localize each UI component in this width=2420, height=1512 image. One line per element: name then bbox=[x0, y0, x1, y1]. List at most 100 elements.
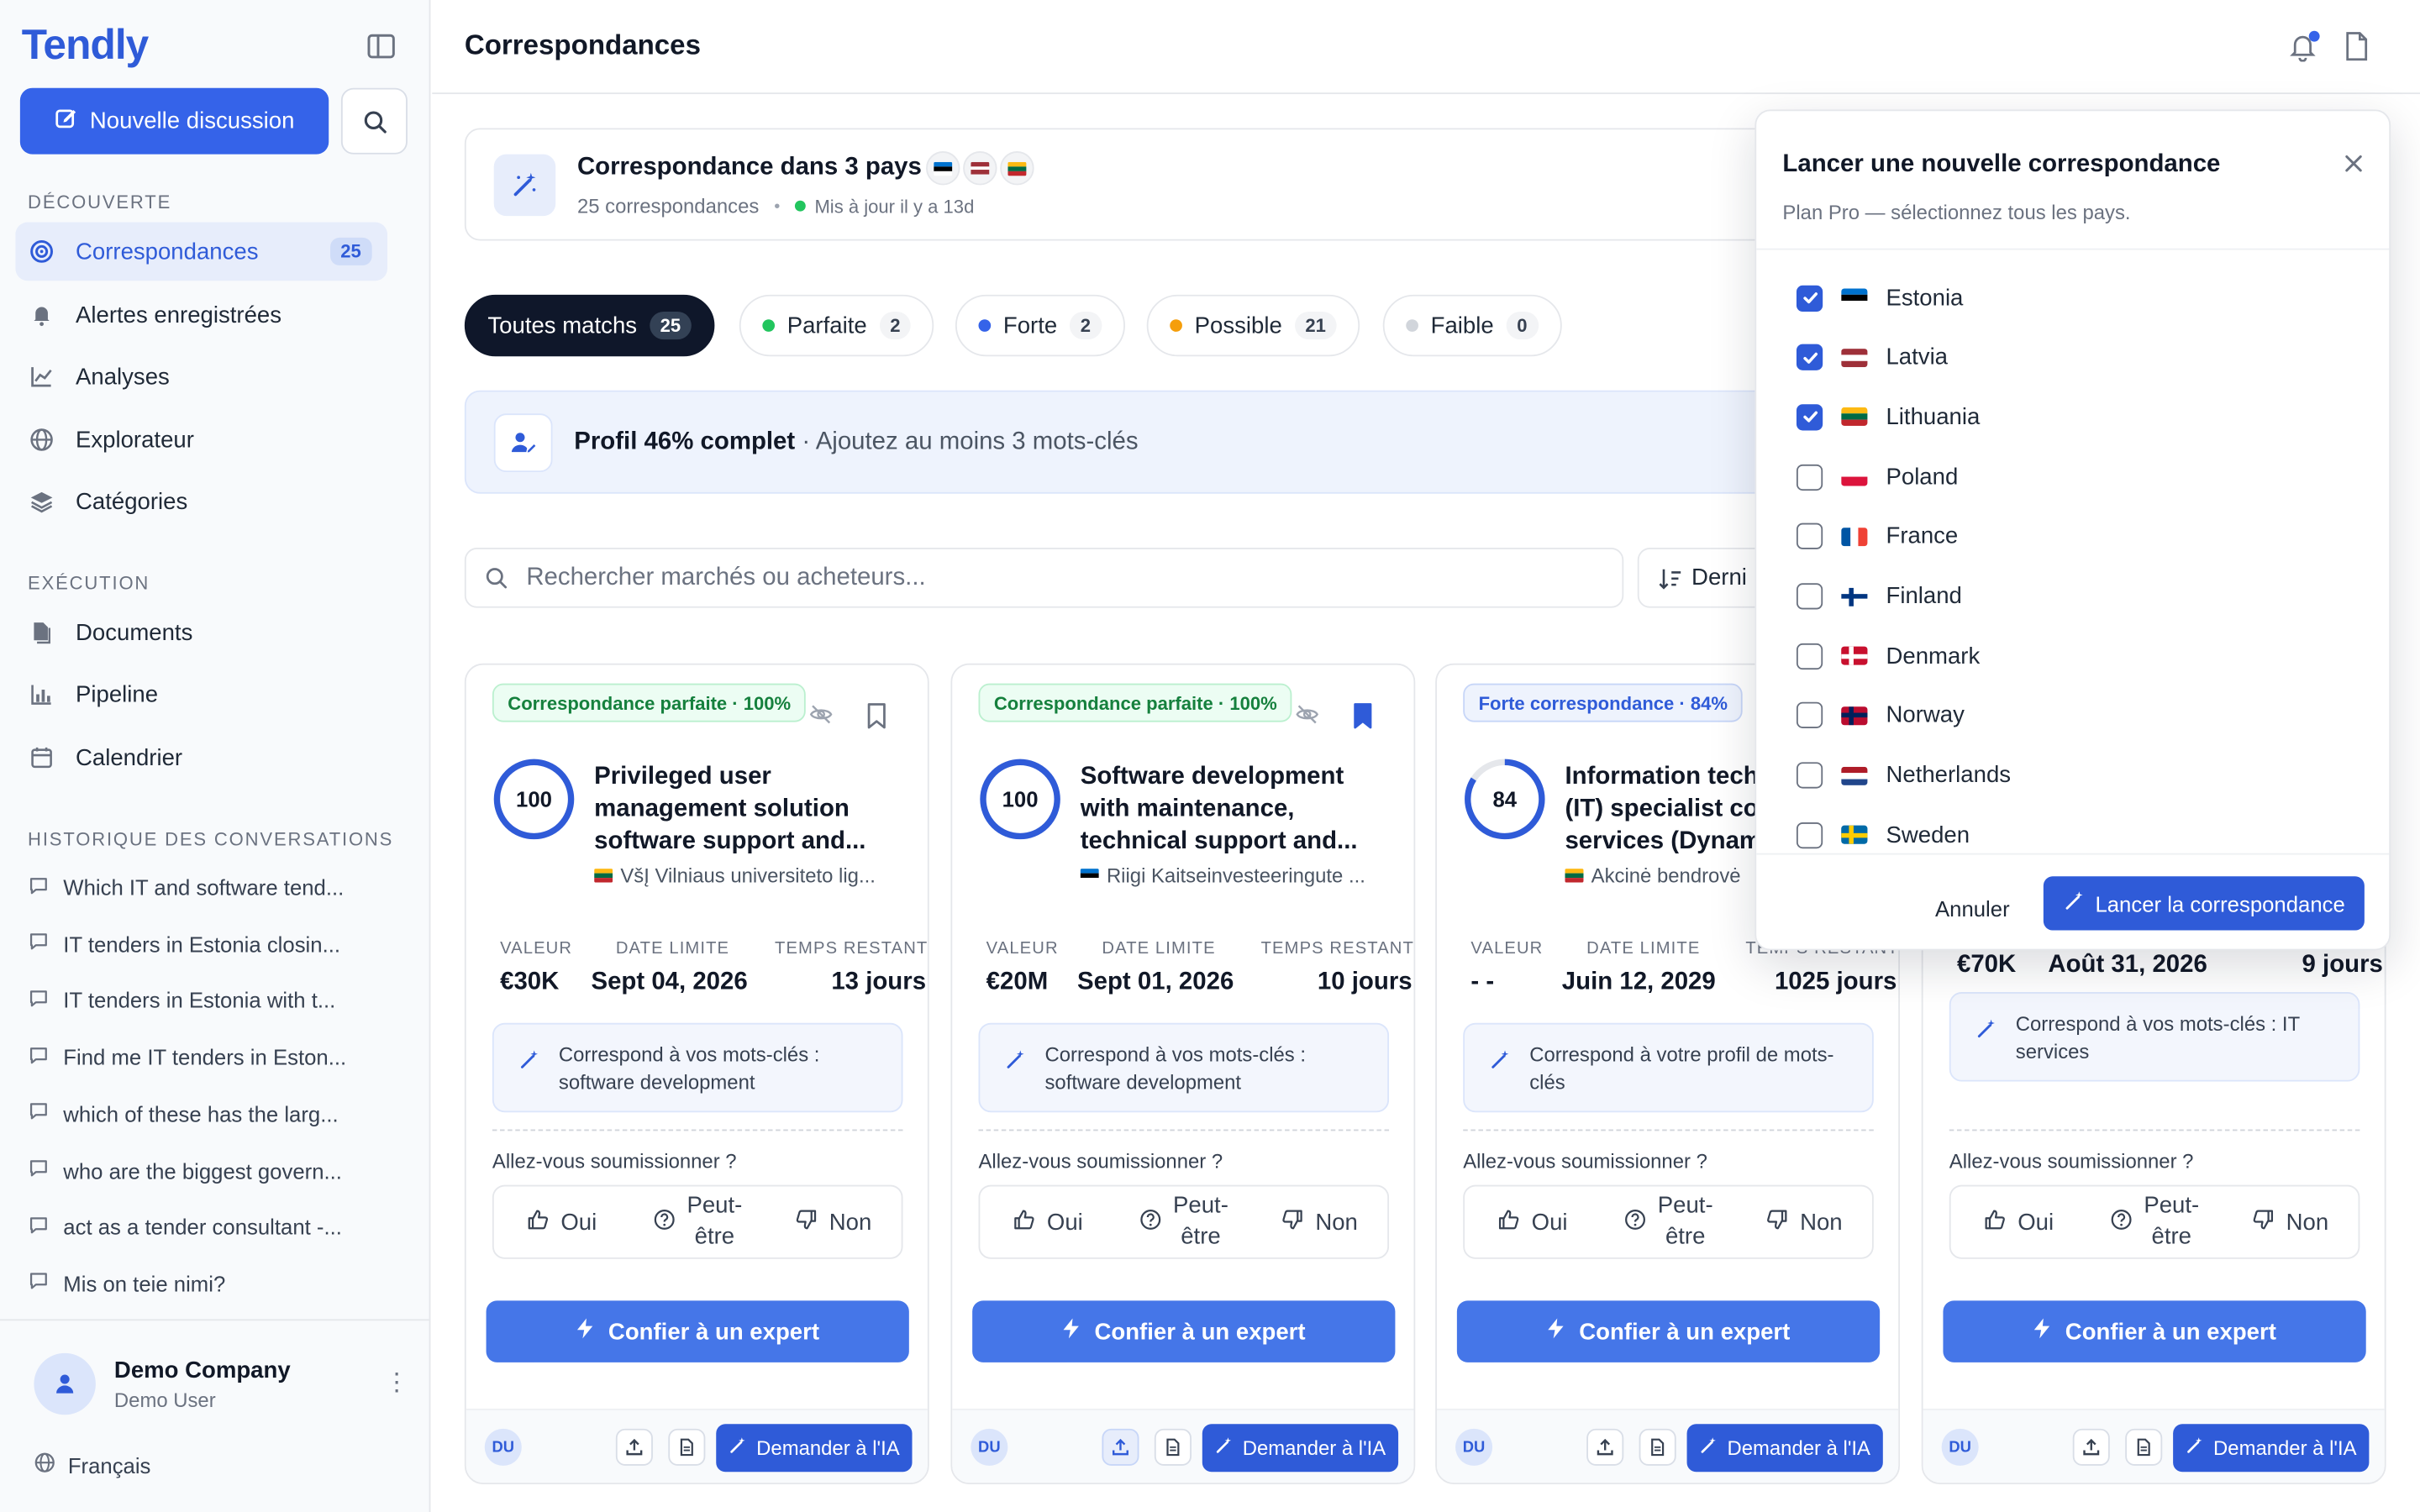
tender-title[interactable]: Privileged user management solution soft… bbox=[594, 761, 902, 858]
upload-button[interactable] bbox=[2072, 1428, 2110, 1466]
filter-all[interactable]: Toutes matchs 25 bbox=[464, 294, 715, 357]
new-chat-button[interactable]: Nouvelle discussion bbox=[19, 87, 329, 155]
filter-forte[interactable]: Forte 2 bbox=[955, 294, 1125, 357]
bid-no-button[interactable]: Non bbox=[1252, 1207, 1388, 1236]
chat-icon bbox=[28, 931, 50, 957]
filter-possible[interactable]: Possible 21 bbox=[1146, 294, 1360, 357]
ask-ai-button[interactable]: Demander à l'IA bbox=[1202, 1424, 1399, 1473]
country-option-france[interactable]: France bbox=[1796, 518, 1958, 555]
tender-title[interactable]: Software development with maintenance, t… bbox=[1081, 761, 1389, 858]
country-checkbox[interactable] bbox=[1796, 762, 1823, 789]
country-option-norway[interactable]: Norway bbox=[1796, 697, 1965, 734]
ask-ai-button[interactable]: Demander à l'IA bbox=[716, 1424, 913, 1473]
assign-expert-button[interactable]: Confier à un expert bbox=[972, 1300, 1396, 1362]
sidebar-item-pipeline[interactable]: Pipeline bbox=[15, 665, 387, 724]
history-item[interactable]: act as a tender consultant -... bbox=[28, 1204, 398, 1250]
language-selector[interactable]: Français bbox=[34, 1452, 150, 1478]
bid-maybe-button[interactable]: Peut-être bbox=[629, 1191, 765, 1252]
ask-ai-label: Demander à l'IA bbox=[756, 1436, 900, 1460]
history-item[interactable]: IT tenders in Estonia with t... bbox=[28, 977, 398, 1023]
eye-off-icon[interactable] bbox=[808, 702, 833, 727]
assignee-avatar[interactable]: DU bbox=[1941, 1428, 1979, 1466]
country-option-sweden[interactable]: Sweden bbox=[1796, 816, 1970, 853]
bookmark-icon[interactable] bbox=[865, 702, 889, 730]
ask-ai-button[interactable]: Demander à l'IA bbox=[2173, 1424, 2370, 1473]
bid-maybe-button[interactable]: Peut-être bbox=[2086, 1191, 2223, 1252]
brand-logo[interactable]: Tendly bbox=[22, 22, 150, 70]
country-checkbox[interactable] bbox=[1796, 344, 1823, 371]
country-checkbox[interactable] bbox=[1796, 583, 1823, 610]
bid-yes-button[interactable]: Oui bbox=[1951, 1207, 2087, 1236]
assign-expert-button[interactable]: Confier à un expert bbox=[486, 1300, 909, 1362]
country-checkbox[interactable] bbox=[1796, 404, 1823, 431]
cancel-button[interactable]: Annuler bbox=[1917, 883, 2028, 935]
bid-question: Allez-vous soumissionner ? bbox=[978, 1149, 1223, 1173]
country-option-lithuania[interactable]: Lithuania bbox=[1796, 399, 1980, 436]
history-item[interactable]: Mis on teie nimi? bbox=[28, 1260, 398, 1306]
more-vertical-icon[interactable]: ⋮ bbox=[384, 1370, 408, 1398]
bid-yes-button[interactable]: Oui bbox=[1465, 1207, 1601, 1236]
close-icon[interactable] bbox=[2343, 153, 2365, 175]
bid-maybe-button[interactable]: Peut-être bbox=[1601, 1191, 1737, 1252]
country-checkbox[interactable] bbox=[1796, 822, 1823, 848]
search-button[interactable] bbox=[340, 87, 408, 155]
bid-yes-button[interactable]: Oui bbox=[494, 1207, 630, 1236]
bid-yes-button[interactable]: Oui bbox=[980, 1207, 1116, 1236]
country-option-poland[interactable]: Poland bbox=[1796, 459, 1958, 496]
document-icon[interactable] bbox=[2343, 31, 2374, 65]
assign-expert-button[interactable]: Confier à un expert bbox=[1456, 1300, 1881, 1362]
filter-count: 25 bbox=[649, 312, 692, 340]
bid-no-button[interactable]: Non bbox=[765, 1207, 902, 1236]
bid-maybe-button[interactable]: Peut-être bbox=[1116, 1191, 1252, 1252]
search-field[interactable] bbox=[464, 548, 1624, 608]
ask-ai-button[interactable]: Demander à l'IA bbox=[1686, 1424, 1883, 1473]
sidebar-item-analyses[interactable]: Analyses bbox=[15, 347, 387, 406]
filter-parfaite[interactable]: Parfaite 2 bbox=[739, 294, 934, 357]
document-button[interactable] bbox=[2125, 1428, 2163, 1466]
country-checkbox[interactable] bbox=[1796, 643, 1823, 669]
country-option-denmark[interactable]: Denmark bbox=[1796, 638, 1980, 675]
country-option-netherlands[interactable]: Netherlands bbox=[1796, 757, 2011, 794]
history-item[interactable]: IT tenders in Estonia closin... bbox=[28, 921, 398, 967]
country-checkbox[interactable] bbox=[1796, 523, 1823, 550]
sidebar-item-explorer[interactable]: Explorateur bbox=[15, 411, 387, 470]
launch-match-button[interactable]: Lancer la correspondance bbox=[2043, 876, 2365, 931]
tender-card[interactable]: Correspondance parfaite · 100% 100 Softwar… bbox=[950, 663, 1416, 1484]
upload-button[interactable] bbox=[1586, 1428, 1624, 1466]
country-checkbox[interactable] bbox=[1796, 702, 1823, 729]
upload-button[interactable] bbox=[1102, 1428, 1139, 1466]
search-input[interactable] bbox=[526, 564, 1453, 592]
avatar[interactable] bbox=[34, 1352, 96, 1415]
sidebar-item-alerts[interactable]: Alertes enregistrées bbox=[15, 286, 387, 344]
history-item[interactable]: who are the biggest govern... bbox=[28, 1147, 398, 1194]
document-button[interactable] bbox=[1154, 1428, 1192, 1466]
country-option-finland[interactable]: Finland bbox=[1796, 578, 1962, 615]
profile-completion-bar[interactable]: Profil 46% complet · Ajoutez au moins 3 … bbox=[464, 390, 1823, 494]
tender-card[interactable]: Correspondance parfaite · 100% 100 Privile… bbox=[464, 663, 929, 1484]
history-item[interactable]: Which IT and software tend... bbox=[28, 864, 398, 911]
country-checkbox[interactable] bbox=[1796, 284, 1823, 312]
eye-off-icon[interactable] bbox=[1295, 702, 1319, 727]
history-item[interactable]: which of these has the larg... bbox=[28, 1090, 398, 1137]
country-option-latvia[interactable]: Latvia bbox=[1796, 339, 1948, 376]
notifications-bell-icon[interactable] bbox=[2287, 30, 2321, 65]
document-button[interactable] bbox=[668, 1428, 706, 1466]
sidebar-toggle-icon[interactable] bbox=[366, 33, 397, 60]
upload-button[interactable] bbox=[615, 1428, 653, 1466]
assignee-avatar[interactable]: DU bbox=[1455, 1428, 1493, 1466]
document-button[interactable] bbox=[1639, 1428, 1676, 1466]
filter-faible[interactable]: Faible 0 bbox=[1382, 294, 1561, 357]
sidebar-item-calendar[interactable]: Calendrier bbox=[15, 728, 387, 787]
country-checkbox[interactable] bbox=[1796, 464, 1823, 491]
bid-no-button[interactable]: Non bbox=[2223, 1207, 2359, 1236]
sidebar-item-categories[interactable]: Catégories bbox=[15, 472, 387, 531]
country-option-estonia[interactable]: Estonia bbox=[1796, 279, 1963, 316]
history-item[interactable]: Find me IT tenders in Eston... bbox=[28, 1034, 398, 1080]
sidebar-item-documents[interactable]: Documents bbox=[15, 603, 387, 662]
bid-no-button[interactable]: Non bbox=[1736, 1207, 1872, 1236]
sidebar-item-correspondances[interactable]: Correspondances 25 bbox=[15, 222, 388, 281]
bookmark-icon[interactable] bbox=[1350, 702, 1375, 730]
assignee-avatar[interactable]: DU bbox=[971, 1428, 1008, 1466]
assignee-avatar[interactable]: DU bbox=[484, 1428, 522, 1466]
assign-expert-button[interactable]: Confier à un expert bbox=[1943, 1300, 2366, 1362]
